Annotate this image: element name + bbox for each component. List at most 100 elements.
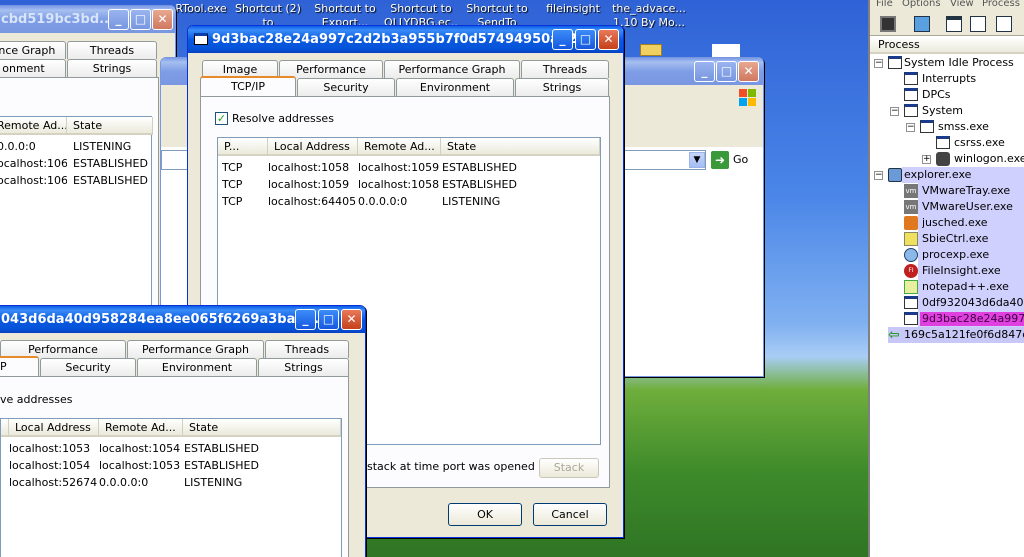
expand-toggle[interactable]: + <box>922 155 931 164</box>
tab-strings[interactable]: Strings <box>67 59 157 77</box>
collapse-toggle[interactable]: − <box>874 59 883 68</box>
tab-threads[interactable]: Threads <box>67 41 157 59</box>
desktop-icon-label: the_advace... 1.10 By Mo... <box>612 2 686 28</box>
column-header-process[interactable]: Process <box>870 37 1024 54</box>
column-header-state[interactable]: State <box>183 419 341 437</box>
column-header-local-address[interactable]: Local Address <box>9 419 99 437</box>
column-header-remote-address[interactable]: Remote Ad... <box>99 419 183 437</box>
graph-icon[interactable] <box>996 16 1012 32</box>
tab-performance[interactable]: Performance <box>279 60 383 78</box>
tab-performance-graph[interactable]: Performance Graph <box>384 60 520 78</box>
minimize-button[interactable]: _ <box>108 9 129 30</box>
tree-item-winlogon[interactable]: winlogon.exe <box>954 151 1024 167</box>
process-tree[interactable]: − System Idle Process Interrupts DPCs − … <box>870 55 1024 557</box>
tree-item-interrupts[interactable]: Interrupts <box>922 71 976 87</box>
resolve-addresses-checkbox[interactable]: ✓ <box>215 112 228 125</box>
menu-options[interactable]: Options <box>902 0 941 9</box>
table-cell: TCP <box>222 195 243 208</box>
minimize-button[interactable]: _ <box>694 61 715 82</box>
chevron-down-icon[interactable]: ▼ <box>689 152 705 168</box>
table-cell: ESTABLISHED <box>73 157 148 170</box>
column-header-protocol[interactable]: P... <box>218 138 268 156</box>
menu-file[interactable]: File <box>876 0 893 9</box>
tree-item-169c5a[interactable]: 169c5a121fe0f6d847d5d <box>904 327 1024 343</box>
collapse-toggle[interactable]: − <box>890 107 899 116</box>
title-bar[interactable]: 043d6da40d958284ea8ee065f6269a3babd... _… <box>0 306 365 333</box>
stack-button[interactable]: Stack <box>539 458 599 478</box>
window-title: cbd519bc3bd... <box>1 12 114 27</box>
maximize-button[interactable]: □ <box>716 61 737 82</box>
go-arrow-icon[interactable]: ➜ <box>711 151 729 169</box>
stack-note-label: stack at time port was opened <box>367 460 535 473</box>
tab-tcpip[interactable]: P <box>0 356 39 376</box>
column-header-state[interactable]: State <box>441 138 600 156</box>
notepad-icon <box>904 280 918 294</box>
tab-strings[interactable]: Strings <box>258 358 349 376</box>
tab-security[interactable]: Security <box>297 78 395 96</box>
table-cell: ocalhost:1062 <box>0 174 67 187</box>
window-icon[interactable] <box>946 16 962 32</box>
tree-item-system-idle-process[interactable]: System Idle Process <box>904 55 1014 71</box>
tree-item-vmwaretray[interactable]: VMwareTray.exe <box>922 183 1010 199</box>
tree-item-sbiectrl[interactable]: SbieCtrl.exe <box>922 231 988 247</box>
minimize-button[interactable]: _ <box>295 309 316 330</box>
tab-environment[interactable]: Environment <box>137 358 257 376</box>
tab-performance-graph[interactable]: Performance Graph <box>127 340 264 358</box>
explorer-icon <box>888 168 902 182</box>
collapse-toggle[interactable]: − <box>906 123 915 132</box>
tree-item-explorer[interactable]: explorer.exe <box>904 167 971 183</box>
tab-label: Environment <box>419 81 491 94</box>
tree-item-vmwareuser[interactable]: VMwareUser.exe <box>922 199 1013 215</box>
title-bar[interactable]: 9d3bac28e24a997c2d2b3a955b7f0d57494950a0… <box>188 26 623 53</box>
tab-performance-graph[interactable]: ance Graph <box>0 41 66 59</box>
desktop-icon-fileinsight[interactable]: fileinsight <box>540 2 606 16</box>
tree-item-9d3bac[interactable]: 9d3bac28e24a997c2d2 <box>922 311 1024 327</box>
menu-view[interactable]: View <box>950 0 974 9</box>
minimize-button[interactable]: _ <box>552 29 573 50</box>
tree-item-notepadpp[interactable]: notepad++.exe <box>922 279 1009 295</box>
desktop-icon-advanced[interactable]: the_advace... 1.10 By Mo... <box>612 2 686 28</box>
desktop-icon-rtool[interactable]: RTool.exe <box>173 2 229 16</box>
column-header-local-address[interactable]: Local Address <box>268 138 358 156</box>
tcp-connections-list[interactable]: Local Address Remote Ad... State localho… <box>0 418 342 557</box>
tree-item-dpcs[interactable]: DPCs <box>922 87 951 103</box>
cancel-button[interactable]: Cancel <box>533 503 607 526</box>
column-header-protocol[interactable] <box>1 419 9 437</box>
tree-item-system[interactable]: System <box>922 103 963 119</box>
maximize-button[interactable]: □ <box>130 9 151 30</box>
tab-strings[interactable]: Strings <box>515 78 609 96</box>
tree-item-jusched[interactable]: jusched.exe <box>922 215 988 231</box>
column-header-state[interactable]: State <box>67 117 153 135</box>
tab-threads[interactable]: Threads <box>521 60 609 78</box>
collapse-toggle[interactable]: − <box>874 171 883 180</box>
tab-security[interactable]: Security <box>40 358 136 376</box>
title-bar[interactable]: cbd519bc3bd... _ □ ✕ <box>0 6 175 33</box>
process-explorer-panel[interactable]: File Options View Process Process − Syst… <box>868 0 1024 557</box>
column-header-remote[interactable]: Remote Ad... <box>0 117 67 135</box>
table-cell: LISTENING <box>184 476 243 489</box>
tab-threads[interactable]: Threads <box>265 340 349 358</box>
tab-environment[interactable]: onment <box>0 59 66 77</box>
close-button[interactable]: ✕ <box>598 29 619 50</box>
tree-item-csrss[interactable]: csrss.exe <box>954 135 1005 151</box>
go-button-label[interactable]: Go <box>733 151 748 169</box>
save-icon[interactable] <box>880 16 896 32</box>
refresh-icon[interactable] <box>914 16 930 32</box>
tree-item-fileinsight[interactable]: FileInsight.exe <box>922 263 1001 279</box>
maximize-button[interactable]: □ <box>575 29 596 50</box>
properties-icon[interactable] <box>970 16 986 32</box>
ok-button[interactable]: OK <box>448 503 522 526</box>
properties-window-bottom[interactable]: 043d6da40d958284ea8ee065f6269a3babd... _… <box>0 305 366 557</box>
close-button[interactable]: ✕ <box>341 309 362 330</box>
tab-tcpip[interactable]: TCP/IP <box>200 76 296 96</box>
tab-environment[interactable]: Environment <box>396 78 514 96</box>
tree-item-0df932[interactable]: 0df932043d6da40d958 <box>922 295 1024 311</box>
table-cell: TCP <box>222 178 243 191</box>
column-header-remote-address[interactable]: Remote Ad... <box>358 138 441 156</box>
tree-item-procexp[interactable]: procexp.exe <box>922 247 989 263</box>
close-button[interactable]: ✕ <box>152 9 173 30</box>
menu-process[interactable]: Process <box>982 0 1020 9</box>
close-button[interactable]: ✕ <box>738 61 759 82</box>
tree-item-smss[interactable]: smss.exe <box>938 119 989 135</box>
maximize-button[interactable]: □ <box>318 309 339 330</box>
